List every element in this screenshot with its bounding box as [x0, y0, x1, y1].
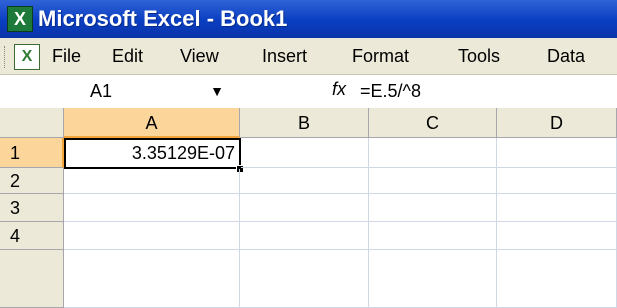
row-header-3[interactable]: 3 — [0, 194, 64, 222]
cell-a1-value: 3.35129E-07 — [131, 143, 235, 163]
cell-d1[interactable] — [497, 138, 617, 168]
name-box-dropdown-icon[interactable]: ▼ — [208, 82, 226, 100]
window-title: Microsoft Excel - Book1 — [38, 6, 288, 31]
cell-c1[interactable] — [369, 138, 497, 168]
formula-input[interactable]: =E.5/^8 — [360, 80, 421, 102]
cell-d5[interactable] — [497, 250, 617, 308]
menu-edit[interactable]: Edit — [112, 45, 143, 67]
toolbar-grip[interactable] — [4, 46, 8, 68]
cell-b2[interactable] — [240, 168, 369, 194]
menu-insert[interactable]: Insert — [262, 45, 307, 67]
name-box-value: A1 — [90, 81, 113, 101]
cell-b1[interactable] — [241, 138, 369, 168]
cell-c3[interactable] — [369, 194, 497, 222]
insert-function-icon[interactable]: fx — [332, 78, 346, 100]
cell-b4[interactable] — [240, 222, 369, 250]
workbook-icon[interactable]: X — [14, 44, 40, 70]
menu-bar: X File Edit View Insert Format Tools Dat… — [0, 38, 617, 75]
cell-c4[interactable] — [369, 222, 497, 250]
column-header-a[interactable]: A — [64, 108, 240, 138]
cell-b5[interactable] — [240, 250, 369, 308]
select-all-corner[interactable] — [0, 108, 64, 138]
cell-a3[interactable] — [64, 194, 240, 222]
cell-a2[interactable] — [64, 169, 240, 194]
column-header-c[interactable]: C — [369, 108, 497, 138]
cell-d2[interactable] — [497, 168, 617, 194]
menu-tools[interactable]: Tools — [458, 45, 500, 67]
row-header-1[interactable]: 1 — [0, 138, 64, 168]
menu-data[interactable]: Data — [547, 45, 585, 67]
menu-view[interactable]: View — [180, 45, 219, 67]
cell-b3[interactable] — [240, 194, 369, 222]
menu-format[interactable]: Format — [352, 45, 409, 67]
cell-a1[interactable]: 3.35129E-07 — [64, 138, 241, 169]
cell-a4[interactable] — [64, 222, 240, 250]
cell-c2[interactable] — [369, 168, 497, 194]
column-header-d[interactable]: D — [497, 108, 617, 138]
cell-d3[interactable] — [497, 194, 617, 222]
row-header-5[interactable] — [0, 250, 64, 308]
cell-d4[interactable] — [497, 222, 617, 250]
cell-a5[interactable] — [64, 250, 240, 308]
row-header-4[interactable]: 4 — [0, 222, 64, 250]
excel-app-icon[interactable]: X — [7, 6, 33, 32]
cell-c5[interactable] — [369, 250, 497, 308]
name-box[interactable]: A1 ▼ — [0, 78, 250, 104]
column-header-b[interactable]: B — [240, 108, 369, 138]
row-header-2[interactable]: 2 — [0, 168, 64, 194]
worksheet-grid: A B C D 1 2 3 4 3.35129E-07 — [0, 108, 617, 308]
menu-file[interactable]: File — [52, 45, 81, 67]
title-bar: X Microsoft Excel - Book1 — [0, 0, 617, 38]
formula-bar: A1 ▼ fx =E.5/^8 — [0, 75, 617, 109]
